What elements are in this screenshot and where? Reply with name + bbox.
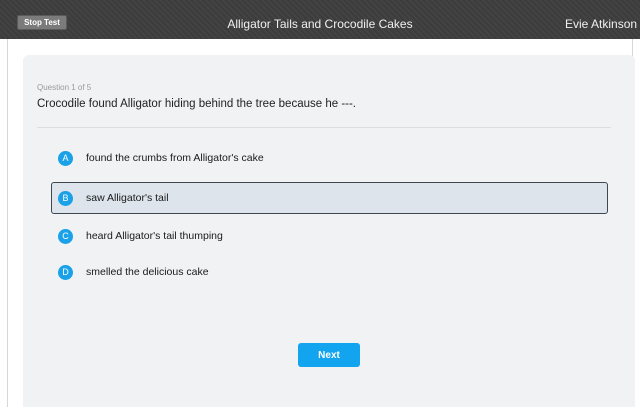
top-bar: Stop Test Alligator Tails and Crocodile … (0, 0, 640, 39)
option-letter-badge: A (58, 150, 73, 166)
option-letter-badge: D (58, 264, 73, 280)
answer-option-c[interactable]: C heard Alligator's tail thumping (51, 220, 608, 252)
option-label: heard Alligator's tail thumping (86, 230, 223, 242)
question-text: Crocodile found Alligator hiding behind … (37, 98, 357, 110)
answer-option-d[interactable]: D smelled the delicious cake (51, 256, 608, 288)
user-name: Evie Atkinson (565, 17, 638, 31)
test-title: Alligator Tails and Crocodile Cakes (227, 17, 413, 31)
divider (37, 127, 611, 128)
left-margin (0, 39, 8, 407)
option-label: saw Alligator's tail (86, 192, 169, 204)
option-label: found the crumbs from Alligator's cake (86, 152, 264, 164)
option-label: smelled the delicious cake (86, 266, 209, 278)
next-button[interactable]: Next (298, 343, 360, 367)
answer-option-b[interactable]: B saw Alligator's tail (51, 182, 608, 214)
option-letter-badge: B (58, 190, 73, 206)
question-counter: Question 1 of 5 (37, 83, 92, 92)
answer-option-a[interactable]: A found the crumbs from Alligator's cake (51, 142, 608, 174)
option-letter-badge: C (58, 228, 73, 244)
